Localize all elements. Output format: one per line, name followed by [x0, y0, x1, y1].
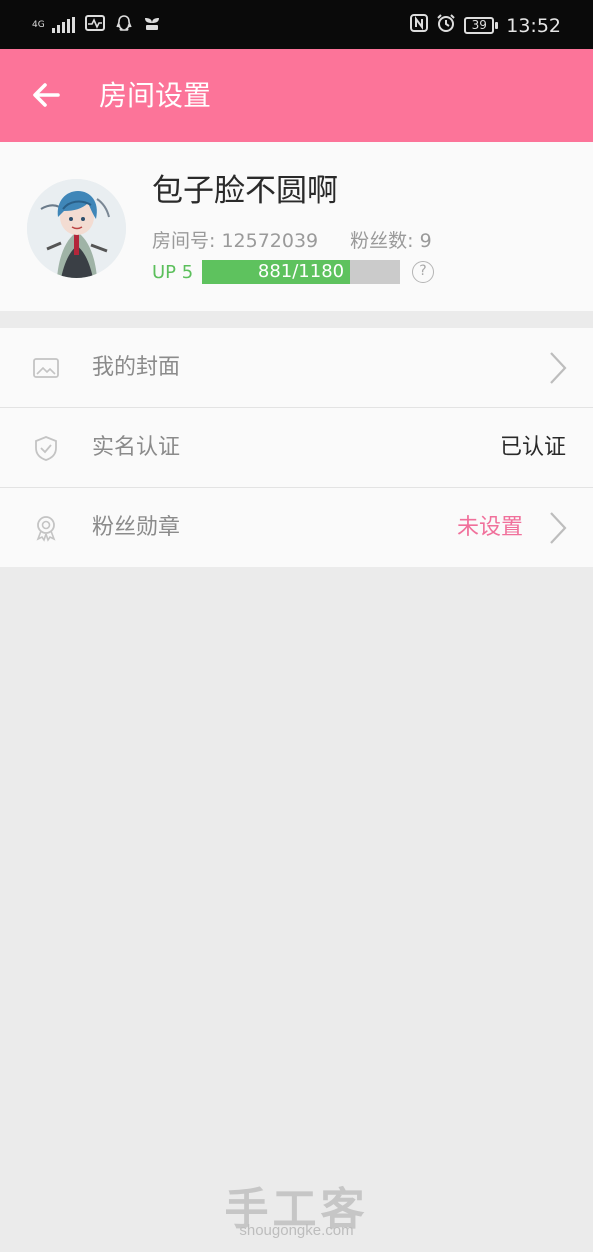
settings-row-cover[interactable]: 我的封面	[0, 328, 593, 408]
verification-status: 已认证	[499, 435, 566, 460]
fan-medal-status: 未设置	[456, 515, 523, 540]
fans-count: 粉丝数: 9	[350, 230, 432, 252]
qq-icon	[115, 14, 133, 36]
status-left: 4G	[32, 14, 161, 36]
chevron-right-icon	[550, 352, 567, 384]
battery-level: 39	[464, 17, 495, 34]
profile-card: 包子脸不圆啊 房间号: 12572039 粉丝数: 9 UP 5 881/1180…	[0, 142, 593, 311]
watermark-url: shougongke.com	[239, 1222, 354, 1239]
settings-row-label: 粉丝勋章	[92, 515, 181, 540]
help-icon[interactable]: ?	[412, 261, 434, 283]
health-icon	[85, 15, 105, 35]
status-right: 39 13:52	[410, 13, 561, 38]
nickname: 包子脸不圆啊	[152, 173, 338, 209]
settings-row-label: 实名认证	[92, 435, 181, 460]
chevron-right-icon	[550, 512, 567, 544]
settings-row-fan-medal[interactable]: 粉丝勋章 未设置	[0, 488, 593, 567]
level-badge: UP 5	[152, 261, 194, 283]
settings-row-verification[interactable]: 实名认证 已认证	[0, 408, 593, 488]
page-title: 房间设置	[99, 79, 212, 112]
sprout-icon	[143, 15, 161, 35]
settings-list: 我的封面 实名认证 已认证 粉丝勋章 未设置	[0, 328, 593, 567]
top-app-bar: 房间设置	[0, 49, 593, 142]
back-button[interactable]	[26, 75, 66, 115]
nfc-icon	[410, 14, 429, 37]
avatar[interactable]	[27, 179, 126, 278]
level-row: UP 5 881/1180 ?	[152, 259, 434, 285]
arrow-left-icon	[33, 83, 60, 107]
room-info: 房间号: 12572039 粉丝数: 9	[152, 226, 432, 253]
room-number: 房间号: 12572039	[152, 230, 319, 252]
exp-progress-bar: 881/1180	[202, 260, 400, 284]
settings-row-label: 我的封面	[92, 355, 181, 380]
shield-check-icon	[35, 436, 57, 461]
exp-progress-text: 881/1180	[257, 261, 345, 282]
alarm-icon	[436, 13, 456, 38]
clock: 13:52	[506, 14, 561, 37]
battery-icon: 39	[464, 17, 499, 34]
medal-icon	[36, 516, 56, 542]
image-icon	[33, 358, 59, 378]
status-bar: 4G 39 13:52	[0, 0, 593, 49]
signal-icon	[52, 17, 75, 33]
network-type: 4G	[32, 19, 45, 30]
